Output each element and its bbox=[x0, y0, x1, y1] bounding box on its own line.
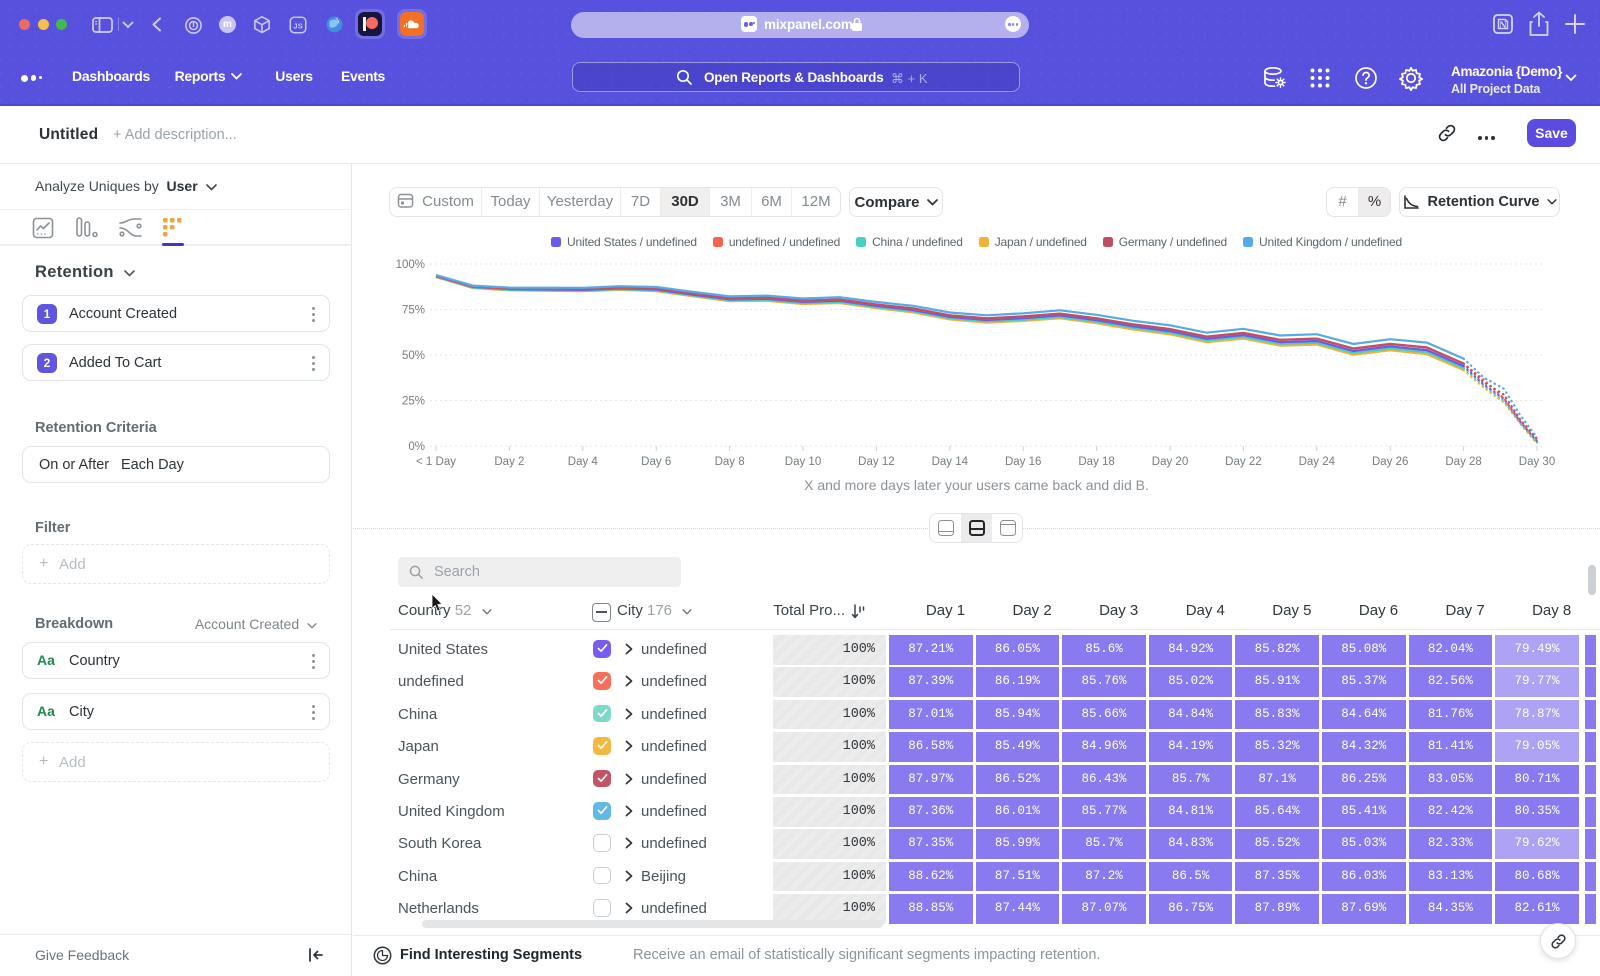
svg-text:N: N bbox=[1499, 21, 1507, 32]
svg-text:Day 10: Day 10 bbox=[785, 456, 821, 468]
svg-text:Day 12: Day 12 bbox=[858, 456, 894, 468]
svg-text:Day 30: Day 30 bbox=[1519, 456, 1555, 468]
svg-text:100%: 100% bbox=[396, 259, 425, 271]
svg-text:25%: 25% bbox=[402, 396, 425, 408]
svg-text:Day 26: Day 26 bbox=[1372, 456, 1408, 468]
svg-text:Day 24: Day 24 bbox=[1299, 456, 1336, 468]
svg-text:Day 16: Day 16 bbox=[1005, 456, 1041, 468]
svg-text:50%: 50% bbox=[402, 350, 425, 362]
svg-text:< 1 Day: < 1 Day bbox=[416, 456, 456, 468]
svg-text:Day 20: Day 20 bbox=[1152, 456, 1188, 468]
svg-text:Day 4: Day 4 bbox=[568, 456, 599, 468]
svg-text:Day 28: Day 28 bbox=[1445, 456, 1481, 468]
svg-text:Day 8: Day 8 bbox=[715, 456, 745, 468]
svg-text:Day 14: Day 14 bbox=[932, 456, 969, 468]
svg-text:Day 6: Day 6 bbox=[641, 456, 671, 468]
svg-text:Day 18: Day 18 bbox=[1078, 456, 1114, 468]
svg-text:JS: JS bbox=[293, 21, 302, 30]
svg-text:Day 22: Day 22 bbox=[1225, 456, 1261, 468]
svg-text:Day 2: Day 2 bbox=[494, 456, 524, 468]
svg-text:75%: 75% bbox=[402, 305, 425, 317]
svg-text:0%: 0% bbox=[408, 441, 425, 453]
